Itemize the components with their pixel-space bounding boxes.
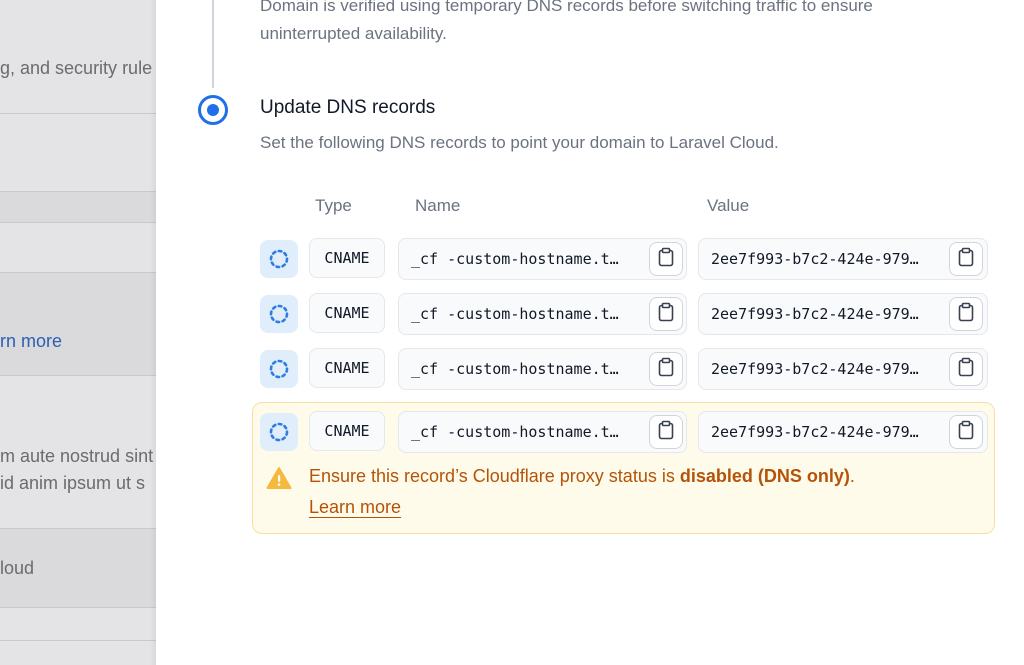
record-name-text: _cf -custom-hostname.t… (411, 305, 619, 323)
clipboard-icon (657, 302, 675, 326)
clipboard-icon (957, 247, 975, 271)
record-value-field: 2ee7f993-b7c2-424e-979… (698, 293, 988, 335)
copy-value-button[interactable] (949, 352, 983, 386)
record-type: CNAME (309, 293, 385, 333)
record-name-text: _cf -custom-hostname.t… (411, 360, 619, 378)
warning-text-bold: disabled (DNS only) (679, 466, 850, 486)
record-type: CNAME (309, 411, 385, 451)
loading-dashed-circle-icon (260, 350, 298, 388)
record-type: CNAME (309, 238, 385, 278)
bg-divider (0, 113, 156, 114)
record-value-field: 2ee7f993-b7c2-424e-979… (698, 238, 988, 280)
bg-section (0, 273, 156, 375)
bg-divider (0, 375, 156, 376)
copy-value-button[interactable] (949, 242, 983, 276)
dns-setup-panel: Domain is verified using temporary DNS r… (156, 0, 1024, 665)
loading-dashed-circle-icon (260, 240, 298, 278)
step-indicator-dot (207, 104, 219, 116)
warning-learn-more-link[interactable]: Learn more (309, 497, 401, 518)
record-value-text: 2ee7f993-b7c2-424e-979… (711, 250, 919, 268)
copy-value-button[interactable] (949, 297, 983, 331)
radio-selected-icon (198, 95, 228, 125)
loading-dashed-circle-icon (260, 295, 298, 333)
step-description: Set the following DNS records to point y… (260, 133, 779, 152)
record-value-text: 2ee7f993-b7c2-424e-979… (711, 423, 919, 441)
clipboard-icon (657, 247, 675, 271)
copy-value-button[interactable] (949, 415, 983, 449)
record-name-field: _cf -custom-hostname.t… (398, 293, 687, 335)
column-header-value: Value (707, 196, 750, 215)
column-header-name: Name (415, 196, 461, 215)
copy-name-button[interactable] (649, 415, 683, 449)
bg-divider (0, 607, 156, 608)
record-type: CNAME (309, 348, 385, 388)
warning-message: Ensure this record’s Cloudflare proxy st… (309, 466, 855, 487)
step-title: Update DNS records (260, 97, 436, 118)
record-value-field: 2ee7f993-b7c2-424e-979… (698, 411, 988, 453)
previous-step-line: Domain is verified using temporary DNS r… (260, 0, 873, 15)
clipboard-icon (957, 357, 975, 381)
clipboard-icon (957, 420, 975, 444)
record-name-field: _cf -custom-hostname.t… (398, 348, 687, 390)
previous-step-line: uninterrupted availability. (260, 24, 447, 43)
clipboard-icon (657, 357, 675, 381)
record-value-text: 2ee7f993-b7c2-424e-979… (711, 360, 919, 378)
warning-text-is: is (661, 466, 680, 486)
record-value-text: 2ee7f993-b7c2-424e-979… (711, 305, 919, 323)
clipboard-icon (957, 302, 975, 326)
timeline-connector (212, 0, 214, 88)
record-name-field: _cf -custom-hostname.t… (398, 238, 687, 280)
bg-cloud-text: loud (0, 558, 35, 578)
warning-text-prefix: Ensure this record’s Cloudflare proxy st… (309, 466, 662, 486)
bg-section (0, 192, 156, 222)
record-name-text: _cf -custom-hostname.t… (411, 250, 619, 268)
bg-security-text: g, and security rule (0, 58, 153, 78)
record-name-field: _cf -custom-hostname.t… (398, 411, 687, 453)
loading-dashed-circle-icon (260, 413, 298, 451)
copy-name-button[interactable] (649, 297, 683, 331)
clipboard-icon (657, 420, 675, 444)
bg-lorem-line: id anim ipsum ut s (0, 473, 146, 493)
bg-learn-more-link[interactable]: rn more (0, 331, 62, 352)
copy-name-button[interactable] (649, 242, 683, 276)
bg-lorem-line: m aute nostrud sint (0, 446, 154, 466)
bg-divider (0, 222, 156, 223)
copy-name-button[interactable] (649, 352, 683, 386)
warning-text-suffix: . (849, 466, 855, 486)
bg-divider (0, 640, 156, 641)
previous-step-description: Domain is verified using temporary DNS r… (260, 0, 1000, 48)
record-value-field: 2ee7f993-b7c2-424e-979… (698, 348, 988, 390)
record-name-text: _cf -custom-hostname.t… (411, 423, 619, 441)
background-page: g, and security rule rn more m aute nost… (0, 0, 156, 665)
column-header-type: Type (315, 196, 352, 215)
warning-triangle-icon (266, 467, 292, 489)
